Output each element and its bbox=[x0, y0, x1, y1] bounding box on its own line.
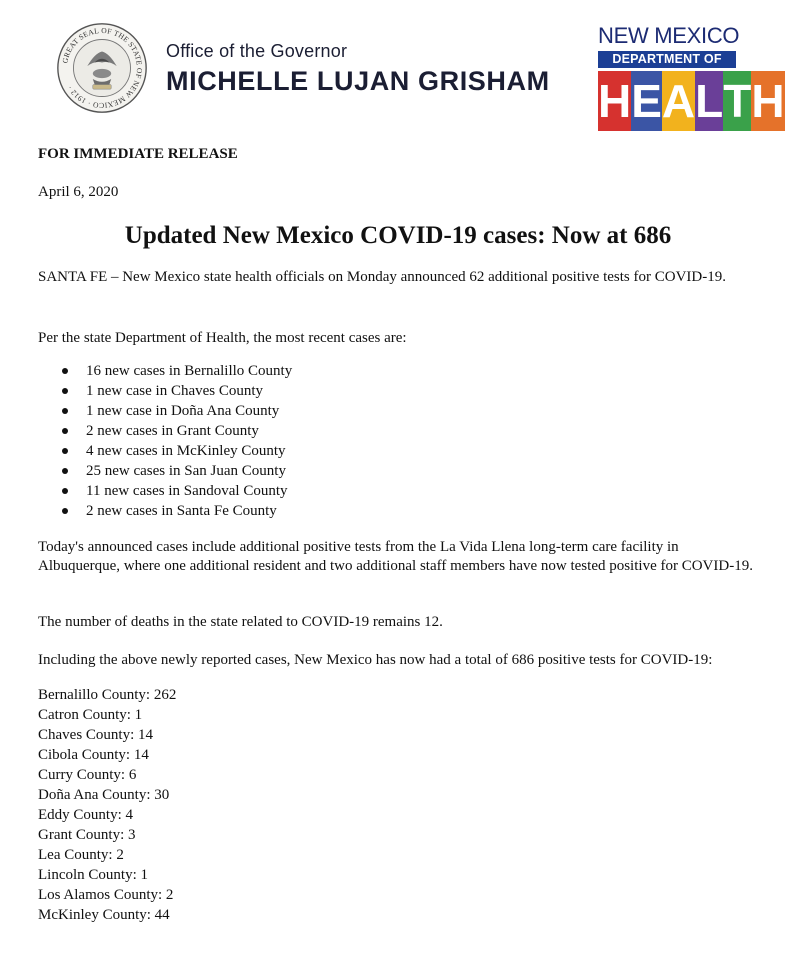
page-title: Updated New Mexico COVID-19 cases: Now a… bbox=[124, 222, 672, 249]
governor-name: MICHELLE LUJAN GRISHAM bbox=[166, 66, 550, 96]
doh-health-letters: H E A L T H bbox=[598, 71, 785, 131]
county-totals-list: Bernalillo County: 262 Catron County: 1 … bbox=[38, 685, 176, 925]
doh-letter: L bbox=[695, 71, 724, 131]
doh-letter: H bbox=[751, 71, 785, 131]
list-item: 2 new cases in Grant County bbox=[61, 421, 292, 441]
county-total-line: Grant County: 3 bbox=[38, 827, 136, 843]
state-seal-logo: GREAT SEAL OF THE STATE OF NEW MEXICO · … bbox=[57, 23, 147, 113]
doh-letter: E bbox=[631, 71, 662, 131]
list-item: 1 new case in Doña Ana County bbox=[61, 401, 292, 421]
new-cases-list: 16 new cases in Bernalillo County 1 new … bbox=[61, 361, 293, 521]
county-total-line: Bernalillo County: 262 bbox=[38, 687, 177, 703]
recent-cases-intro: Per the state Department of Health, the … bbox=[38, 330, 407, 346]
county-total-line: Curry County: 6 bbox=[38, 767, 137, 783]
list-item: 4 new cases in McKinley County bbox=[61, 441, 292, 461]
deaths-paragraph: The number of deaths in the state relate… bbox=[38, 614, 443, 630]
release-date: April 6, 2020 bbox=[38, 184, 119, 200]
doh-state-name: NEW MEXICO bbox=[598, 23, 740, 48]
doh-department-label: DEPARTMENT OF bbox=[598, 51, 736, 68]
office-title: Office of the Governor bbox=[166, 41, 348, 61]
doh-letter: H bbox=[598, 71, 632, 131]
department-of-health-logo: NEW MEXICO DEPARTMENT OF H E A L T H bbox=[598, 23, 785, 131]
county-total-line: Eddy County: 4 bbox=[38, 807, 134, 823]
list-item: 1 new case in Chaves County bbox=[61, 381, 292, 401]
list-item: 2 new cases in Santa Fe County bbox=[61, 501, 292, 521]
county-total-line: Chaves County: 14 bbox=[38, 727, 153, 743]
county-total-line: Los Alamos County: 2 bbox=[38, 887, 174, 903]
care-facility-paragraph: Today's announced cases include addition… bbox=[38, 539, 753, 574]
doh-letter: T bbox=[723, 71, 752, 131]
list-item: 11 new cases in Sandoval County bbox=[61, 481, 292, 501]
governor-header: Office of the Governor MICHELLE LUJAN GR… bbox=[166, 40, 550, 98]
doh-letter: A bbox=[661, 71, 696, 131]
county-total-line: Doña Ana County: 30 bbox=[38, 787, 170, 803]
release-label: FOR IMMEDIATE RELEASE bbox=[38, 146, 238, 162]
list-item: 16 new cases in Bernalillo County bbox=[61, 363, 293, 379]
county-total-line: McKinley County: 44 bbox=[38, 907, 170, 923]
county-total-line: Catron County: 1 bbox=[38, 707, 143, 723]
totals-intro-paragraph: Including the above newly reported cases… bbox=[38, 652, 713, 668]
county-total-line: Lea County: 2 bbox=[38, 847, 124, 863]
intro-paragraph: SANTA FE – New Mexico state health offic… bbox=[38, 269, 726, 285]
county-total-line: Lincoln County: 1 bbox=[38, 867, 148, 883]
list-item: 25 new cases in San Juan County bbox=[61, 461, 292, 481]
county-total-line: Cibola County: 14 bbox=[38, 747, 149, 763]
